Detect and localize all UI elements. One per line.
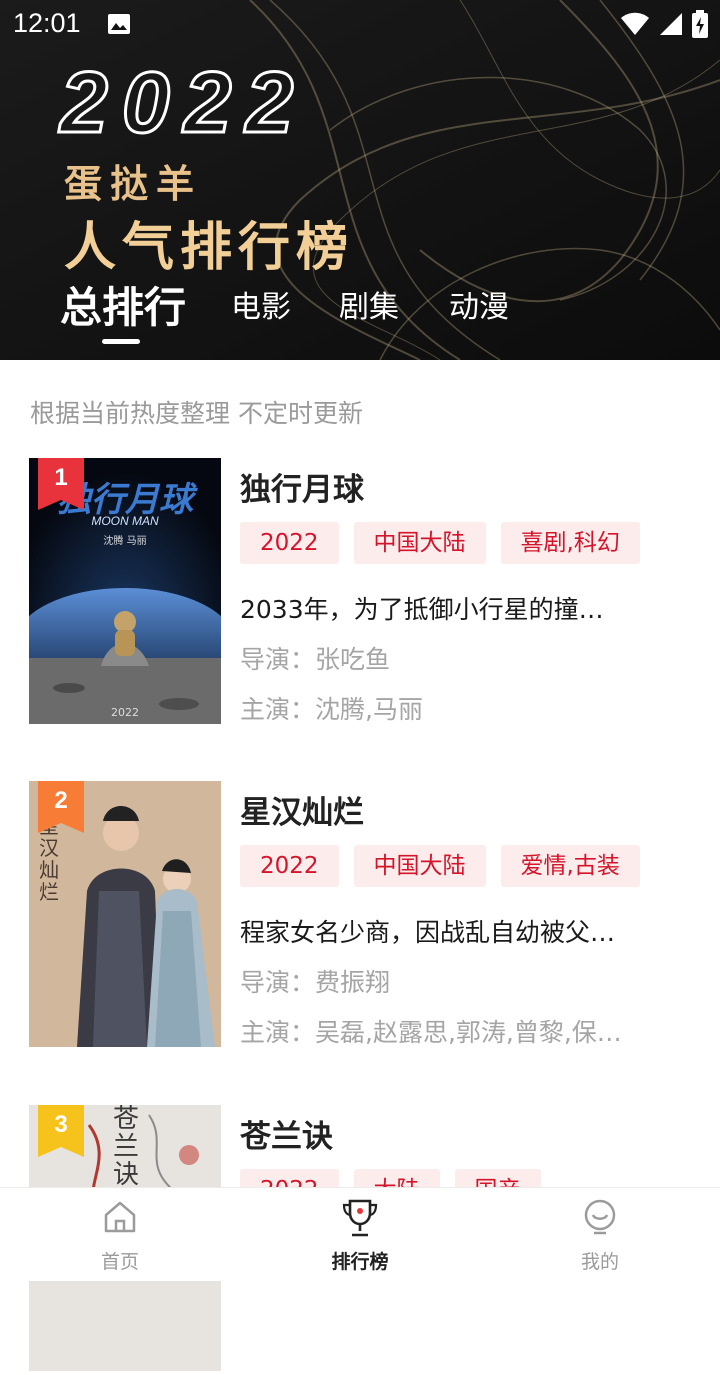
item-director: 导演：张吃鱼 [240, 645, 391, 674]
tag-list: 2022 中国大陆 喜剧,科幻 [240, 522, 640, 564]
active-tab-indicator [102, 339, 140, 344]
nav-ranking[interactable]: 排行榜 [280, 1188, 440, 1281]
list-item[interactable]: 星汉灿烂 2 星汉灿烂 2022 中国大陆 爱情,古装 程家女名少商，因战乱自幼… [0, 781, 720, 1051]
item-title[interactable]: 星汉灿烂 [240, 787, 364, 832]
signal-icon [658, 11, 684, 44]
tag-year[interactable]: 2022 [240, 522, 339, 564]
battery-icon [692, 10, 708, 45]
home-icon [101, 1198, 139, 1240]
item-director: 导演：费振翔 [240, 968, 391, 997]
trophy-icon [341, 1198, 379, 1242]
item-title[interactable]: 独行月球 [240, 464, 364, 509]
wifi-icon [620, 11, 650, 44]
item-cast: 主演：吴磊,赵露思,郭涛,曾黎,保… [240, 1018, 622, 1047]
banner-title: 人气排行榜 [64, 218, 355, 278]
tag-region[interactable]: 中国大陆 [353, 522, 486, 564]
nav-home[interactable]: 首页 [40, 1188, 200, 1281]
profile-icon [581, 1198, 619, 1240]
item-cast: 主演：沈腾,马丽 [240, 695, 423, 724]
poster-english-title: MOON MAN [91, 514, 159, 528]
status-time: 12:01 [13, 8, 81, 38]
rank-number: 3 [54, 1111, 68, 1138]
tag-genre[interactable]: 喜剧,科幻 [500, 522, 640, 564]
image-notification-icon [107, 12, 131, 43]
nav-home-label: 首页 [100, 1251, 139, 1273]
poster-image[interactable]: 星汉灿烂 2 [29, 781, 221, 1047]
item-description: 程家女名少商，因战乱自幼被父… [240, 918, 616, 947]
tab-all-ranking[interactable]: 总排行 [60, 274, 186, 335]
rank-number: 2 [54, 787, 68, 814]
item-title[interactable]: 苍兰诀 [240, 1111, 333, 1156]
nav-profile-label: 我的 [580, 1251, 619, 1273]
banner-brand: 蛋挞羊 [64, 162, 203, 206]
tag-year[interactable]: 2022 [240, 845, 339, 887]
poster-year: 2022 [111, 706, 139, 719]
poster-image[interactable]: 独行月球 MOON MAN 沈腾 马丽 2022 1 [29, 458, 221, 724]
rank-badge: 1 [38, 458, 84, 510]
tag-region[interactable]: 中国大陆 [353, 845, 486, 887]
item-description: 2033年，为了抵御小行星的撞… [240, 595, 604, 624]
banner-year: 2022 [58, 54, 308, 153]
list-item[interactable]: 独行月球 MOON MAN 沈腾 马丽 2022 1 独行月球 2022 中国大… [0, 458, 720, 728]
ranking-subtitle: 根据当前热度整理 不定时更新 [30, 399, 363, 428]
category-tabs: 总排行 电影 剧集 动漫 [0, 270, 720, 350]
rank-number: 1 [54, 464, 68, 491]
nav-ranking-label: 排行榜 [331, 1251, 389, 1273]
rank-badge: 3 [38, 1105, 84, 1157]
tab-series[interactable]: 剧集 [339, 282, 399, 326]
tab-movie[interactable]: 电影 [231, 282, 291, 326]
poster-title-text: 苍兰诀 [113, 1105, 140, 1190]
nav-profile[interactable]: 我的 [520, 1188, 680, 1281]
header-banner: 12:01 2022 蛋挞羊 人气排行榜 总排行 电影 剧集 动漫 [0, 0, 720, 360]
rank-badge: 2 [38, 781, 84, 833]
poster-actors: 沈腾 马丽 [103, 536, 147, 547]
tag-list: 2022 中国大陆 爱情,古装 [240, 845, 640, 887]
tag-genre[interactable]: 爱情,古装 [500, 845, 640, 887]
tab-anime[interactable]: 动漫 [449, 282, 509, 326]
status-bar: 12:01 [0, 0, 720, 50]
bottom-navigation: 首页 排行榜 我的 [0, 1187, 720, 1281]
